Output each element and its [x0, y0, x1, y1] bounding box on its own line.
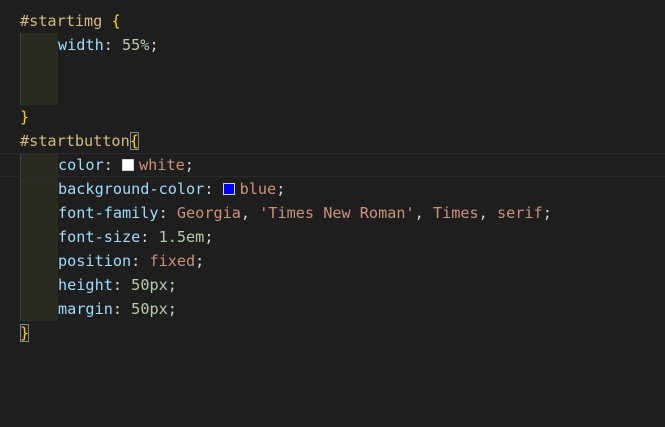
- css-value: Georgia: [176, 204, 241, 222]
- code-line-1[interactable]: #startimg {: [0, 9, 665, 33]
- colon: :: [112, 300, 132, 318]
- colon: :: [204, 180, 223, 198]
- code-line-7[interactable]: color: white;: [0, 153, 665, 177]
- css-value: 1.5em: [158, 228, 205, 246]
- code-line-4[interactable]: [0, 81, 665, 105]
- comma: ,: [240, 204, 260, 222]
- css-value: white: [139, 156, 185, 174]
- colon: :: [158, 204, 177, 222]
- semicolon: ;: [167, 276, 177, 294]
- css-property: background-color: [58, 180, 205, 198]
- indent-guide: [20, 273, 58, 297]
- code-line-5[interactable]: }: [0, 105, 665, 129]
- code-line-2[interactable]: width: 55%;: [0, 33, 665, 57]
- indent-guide: [20, 154, 58, 176]
- semicolon: ;: [276, 180, 286, 198]
- colon: :: [112, 276, 132, 294]
- code-line-6[interactable]: #startbutton{: [0, 129, 665, 153]
- colon: :: [103, 156, 123, 174]
- close-brace: }: [20, 108, 30, 126]
- code-editor[interactable]: #startimg { width: 55%; } #startbutton{ …: [0, 9, 665, 345]
- semicolon: ;: [195, 252, 205, 270]
- css-value: 'Times New Roman': [259, 204, 415, 222]
- open-brace: {: [102, 12, 121, 30]
- css-property: font-size: [58, 228, 141, 246]
- code-line-13[interactable]: margin: 50px;: [0, 297, 665, 321]
- css-property: color: [58, 156, 104, 174]
- semicolon: ;: [204, 228, 214, 246]
- css-value: 50px: [131, 276, 168, 294]
- color-swatch-blue[interactable]: [222, 183, 235, 195]
- indent-guide: [20, 33, 58, 57]
- semicolon: ;: [167, 300, 177, 318]
- semicolon: ;: [149, 36, 159, 54]
- css-value: 55%: [122, 36, 150, 54]
- open-brace: {: [129, 132, 139, 150]
- code-line-9[interactable]: font-family: Georgia, 'Times New Roman',…: [0, 201, 665, 225]
- code-line-14[interactable]: }: [0, 321, 665, 345]
- css-property: width: [58, 36, 104, 54]
- code-line-11[interactable]: position: fixed;: [0, 249, 665, 273]
- indent-guide: [20, 81, 58, 105]
- close-brace: }: [20, 324, 30, 342]
- css-value: fixed: [149, 252, 196, 270]
- colon: :: [131, 252, 150, 270]
- semicolon: ;: [542, 204, 552, 222]
- code-line-3[interactable]: [0, 57, 665, 81]
- indent-guide: [20, 249, 58, 273]
- indent-guide: [20, 57, 58, 81]
- css-selector: #startimg: [20, 12, 103, 30]
- css-selector: #startbutton: [20, 132, 130, 150]
- indent-guide: [20, 297, 58, 321]
- css-value: 50px: [131, 300, 168, 318]
- css-value: Times: [432, 204, 479, 222]
- indent-guide: [20, 177, 58, 201]
- css-property: position: [58, 252, 132, 270]
- colon: :: [103, 36, 123, 54]
- css-property: margin: [58, 300, 113, 318]
- css-value: blue: [239, 180, 277, 198]
- colon: :: [140, 228, 159, 246]
- semicolon: ;: [184, 156, 194, 174]
- css-property: height: [58, 276, 113, 294]
- comma: ,: [478, 204, 497, 222]
- color-swatch-white[interactable]: [122, 159, 135, 171]
- css-value: serif: [496, 204, 543, 222]
- indent-guide: [20, 225, 58, 249]
- css-property: font-family: [58, 204, 159, 222]
- code-line-8[interactable]: background-color: blue;: [0, 177, 665, 201]
- indent-guide: [20, 201, 58, 225]
- code-line-12[interactable]: height: 50px;: [0, 273, 665, 297]
- comma: ,: [414, 204, 433, 222]
- code-line-10[interactable]: font-size: 1.5em;: [0, 225, 665, 249]
